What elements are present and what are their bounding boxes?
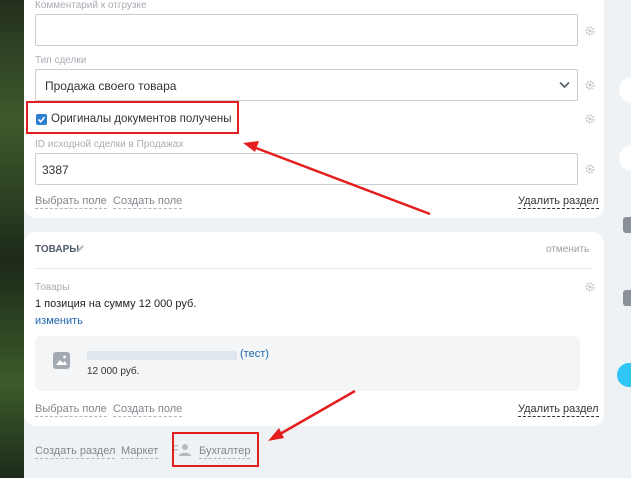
divider <box>35 268 592 269</box>
choose-field-link[interactable]: Выбрать поле <box>35 195 107 209</box>
gear-icon[interactable] <box>585 80 595 90</box>
side-panel-icon[interactable] <box>623 217 631 233</box>
image-placeholder-icon <box>53 352 70 369</box>
products-field-label: Товары <box>35 282 70 293</box>
change-products-link[interactable]: изменить <box>35 315 83 327</box>
background-strip <box>0 0 24 478</box>
side-panel-icon[interactable] <box>623 290 631 306</box>
annotation-arrowhead <box>268 428 284 441</box>
comment-input[interactable] <box>35 14 578 46</box>
create-field-link[interactable]: Создать поле <box>113 403 183 417</box>
source-deal-input[interactable]: 3387 <box>35 153 578 185</box>
annotation-highlight-box <box>26 101 239 134</box>
chevron-down-icon <box>559 81 570 89</box>
create-field-link[interactable]: Создать поле <box>113 195 183 209</box>
gear-icon[interactable] <box>585 26 595 36</box>
side-chat-button[interactable] <box>617 363 631 387</box>
product-name-redacted <box>87 351 237 360</box>
deal-type-select[interactable]: Продажа своего товара <box>35 69 578 101</box>
delete-section-link[interactable]: Удалить раздел <box>518 403 599 417</box>
comment-label: Комментарий к отгрузке <box>35 0 147 11</box>
gear-icon[interactable] <box>585 282 595 292</box>
deal-type-value: Продажа своего товара <box>45 79 177 93</box>
product-name-link[interactable]: (тест) <box>240 348 269 360</box>
gear-icon[interactable] <box>585 114 595 124</box>
side-panel-tab[interactable] <box>619 145 631 171</box>
gear-icon[interactable] <box>585 164 595 174</box>
cancel-link[interactable]: отменить <box>546 244 589 255</box>
product-price: 12 000 руб. <box>87 366 140 377</box>
product-item: (тест) 12 000 руб. <box>35 336 580 391</box>
products-section: ТОВАРЫ отменить Товары 1 позиция на сумм… <box>24 232 604 426</box>
market-link[interactable]: Маркет <box>121 445 159 459</box>
source-deal-value: 3387 <box>42 163 69 177</box>
choose-field-link[interactable]: Выбрать поле <box>35 403 107 417</box>
pencil-icon[interactable] <box>76 244 85 253</box>
products-summary: 1 позиция на сумму 12 000 руб. <box>35 298 197 310</box>
delete-section-link[interactable]: Удалить раздел <box>518 195 599 209</box>
products-section-title: ТОВАРЫ <box>35 244 80 255</box>
annotation-highlight-box <box>172 432 259 467</box>
side-panel-tab[interactable] <box>619 77 631 103</box>
create-section-link[interactable]: Создать раздел <box>35 445 116 459</box>
deal-type-label: Тип сделки <box>35 55 87 66</box>
source-deal-label: ID исходной сделки в Продажах <box>35 139 184 150</box>
